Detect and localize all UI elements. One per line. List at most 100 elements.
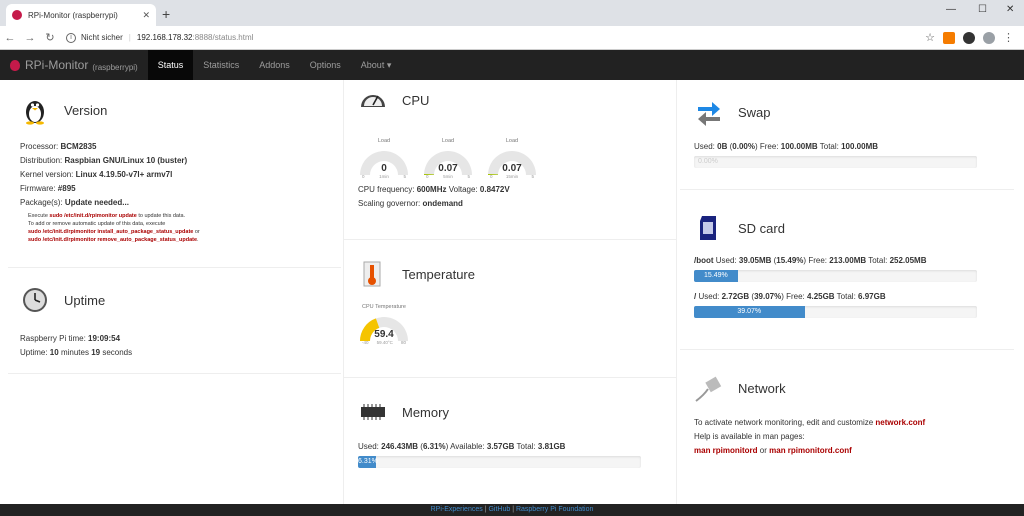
swap-title: Swap <box>738 104 771 120</box>
network-panel: Network To activate network monitoring, … <box>680 350 1014 500</box>
package-note-3: sudo /etc/init.d/rpimonitor install_auto… <box>28 229 200 235</box>
security-label: Nicht sicher <box>81 33 123 42</box>
address-bar[interactable]: i Nicht sicher | 192.168.178.32:8888/sta… <box>66 29 925 47</box>
network-title: Network <box>738 380 786 396</box>
cpu-load-gauges: Load 0 0 1min 5 Load 0.07 0 5min 5 Load 0.07… <box>358 138 676 179</box>
minimize-icon[interactable]: — <box>946 4 956 15</box>
memory-progress-fill: 6.31% <box>358 456 378 468</box>
nav-addons[interactable]: Addons <box>249 50 300 80</box>
url-host: 192.168.178.32 <box>136 33 193 42</box>
raspberry-logo-icon <box>10 59 20 71</box>
network-man-pages: man rpimonitord or man rpimonitord.conf <box>694 446 852 455</box>
distribution-value: Raspbian GNU/Linux 10 (buster) <box>64 156 188 165</box>
package-note-1: Execute sudo /etc/init.d/rpimonitor upda… <box>28 213 186 219</box>
brand[interactable]: RPi-Monitor (raspberrypi) <box>0 50 148 80</box>
sdcard-panel: SD card /boot Used: 39.05MB (15.49%) Fre… <box>680 190 1014 350</box>
network-plug-icon <box>695 376 722 402</box>
browser-toolbar: ← → ↻ i Nicht sicher | 192.168.178.32:88… <box>0 26 1024 50</box>
processor-value: BCM2835 <box>60 142 97 151</box>
url-path: :8888/status.html <box>192 33 254 42</box>
pi-time-row: Raspberry Pi time: 19:09:54 <box>20 334 121 343</box>
swap-progress-bar: 0.00% <box>694 156 977 168</box>
nav-about[interactable]: About ▾ <box>351 50 402 80</box>
packages-row: Package(s): Update needed... <box>20 198 129 207</box>
sdcard-title: SD card <box>738 220 785 236</box>
cpu-title: CPU <box>402 92 430 108</box>
swap-header: Swap <box>694 92 1014 132</box>
bookmark-star-icon[interactable]: ☆ <box>925 31 935 44</box>
kernel-row: Kernel version: Linux 4.19.50-v7l+ armv7… <box>20 170 173 179</box>
kernel-value: Linux 4.19.50-v7l+ armv7l <box>75 170 173 179</box>
temperature-header: Temperature <box>358 254 676 294</box>
memory-usage-row: Used: 246.43MB (6.31%) Available: 3.57GB… <box>358 442 566 451</box>
sdcard-header: SD card <box>694 208 1014 248</box>
root-progress-bar: 39.07% <box>694 306 977 318</box>
version-panel: Version Processor: BCM2835 Distribution:… <box>8 90 341 268</box>
network-help-line1: To activate network monitoring, edit and… <box>694 418 926 427</box>
info-icon[interactable]: i <box>66 32 76 43</box>
menu-kebab-icon[interactable]: ⋮ <box>1003 31 1014 44</box>
nav-status[interactable]: Status <box>147 50 194 80</box>
uptime-panel: Uptime Raspberry Pi time: 19:09:54 Uptim… <box>8 268 341 374</box>
packages-value: Update needed... <box>64 198 129 207</box>
browser-tab[interactable]: RPi-Monitor (raspberrypi) ✕ <box>6 4 156 26</box>
network-header: Network <box>694 368 1014 408</box>
sd-card-icon <box>700 216 716 240</box>
omnibox-divider: | <box>128 33 131 42</box>
memory-chip-icon <box>361 404 385 420</box>
swap-usage-row: Used: 0B (0.00%) Free: 100.00MB Total: 1… <box>694 142 879 151</box>
load-gauge-1min: Load 0 0 1min 5 <box>358 138 410 179</box>
cpu-header: CPU <box>358 80 676 120</box>
temperature-panel: Temperature CPU Temperature 59.4 -40 59.4… <box>344 240 676 378</box>
man-rpimonitord-link[interactable]: man rpimonitord <box>694 446 758 455</box>
extension-icon[interactable] <box>943 31 955 44</box>
network-conf-link[interactable]: network.conf <box>875 418 925 427</box>
cpu-temperature-gauge: CPU Temperature 59.4 -40 59.40°C 80 <box>360 304 408 345</box>
root-usage-row: / Used: 2.72GB (39.07%) Free: 4.25GB Tot… <box>694 292 886 301</box>
processor-row: Processor: BCM2835 <box>20 142 97 151</box>
column-left: Version Processor: BCM2835 Distribution:… <box>8 80 341 504</box>
raspberry-favicon-icon <box>12 10 22 20</box>
footer-github-link[interactable]: GitHub <box>488 506 510 513</box>
memory-panel: Memory Used: 246.43MB (6.31%) Available:… <box>344 378 676 504</box>
speedometer-icon <box>361 95 385 107</box>
cpu-panel: CPU Load 0 0 1min 5 Load 0.07 0 5min 5 Load … <box>344 80 676 240</box>
boot-usage-row: /boot Used: 39.05MB (15.49%) Free: 213.0… <box>694 256 927 265</box>
column-right: Swap Used: 0B (0.00%) Free: 100.00MB Tot… <box>680 80 1014 504</box>
footer: RPi-Experiences | GitHub | Raspberry Pi … <box>0 504 1024 516</box>
memory-title: Memory <box>402 404 449 420</box>
memory-header: Memory <box>358 392 676 432</box>
tab-title: RPi-Monitor (raspberrypi) <box>28 10 118 20</box>
clock-icon <box>23 288 47 312</box>
scaling-governor-row: Scaling governor: ondemand <box>358 199 463 208</box>
boot-progress-bar: 15.49% <box>694 270 977 282</box>
close-window-icon[interactable]: ✕ <box>1006 4 1014 15</box>
forward-icon[interactable]: → <box>20 32 40 44</box>
boot-progress-fill: 15.49% <box>694 270 738 282</box>
nav-options[interactable]: Options <box>300 50 351 80</box>
footer-rpi-experiences-link[interactable]: RPi-Experiences <box>431 506 483 513</box>
man-rpimonitord-conf-link[interactable]: man rpimonitord.conf <box>769 446 852 455</box>
firmware-value: #895 <box>57 184 76 193</box>
package-note-2: To add or remove automatic update of thi… <box>28 221 166 227</box>
footer-raspberry-foundation-link[interactable]: Raspberry Pi Foundation <box>516 506 593 513</box>
temperature-title: Temperature <box>402 266 475 282</box>
new-tab-button[interactable]: + <box>162 6 170 22</box>
back-icon[interactable]: ← <box>0 32 20 44</box>
thermometer-icon <box>363 261 381 287</box>
load-gauge-5min: Load 0.07 0 5min 5 <box>422 138 474 179</box>
uptime-row: Uptime: 10 minutes 19 seconds <box>20 348 133 357</box>
close-tab-icon[interactable]: ✕ <box>142 10 150 21</box>
swap-progress-label: 0.00% <box>698 158 718 165</box>
uptime-header: Uptime <box>20 280 341 320</box>
nav-statistics[interactable]: Statistics <box>193 50 249 80</box>
extension-2-icon[interactable] <box>963 31 975 44</box>
reload-icon[interactable]: ↻ <box>40 31 60 44</box>
load-gauge-15min: Load 0.07 0 15min 5 <box>486 138 538 179</box>
package-note-4: sudo /etc/init.d/rpimonitor remove_auto_… <box>28 237 199 243</box>
network-help-line2: Help is available in man pages: <box>694 432 805 441</box>
maximize-icon[interactable]: ☐ <box>978 4 987 15</box>
brand-title: RPi-Monitor <box>25 58 89 72</box>
root-progress-fill: 39.07% <box>694 306 805 318</box>
profile-avatar-icon[interactable] <box>983 31 995 44</box>
